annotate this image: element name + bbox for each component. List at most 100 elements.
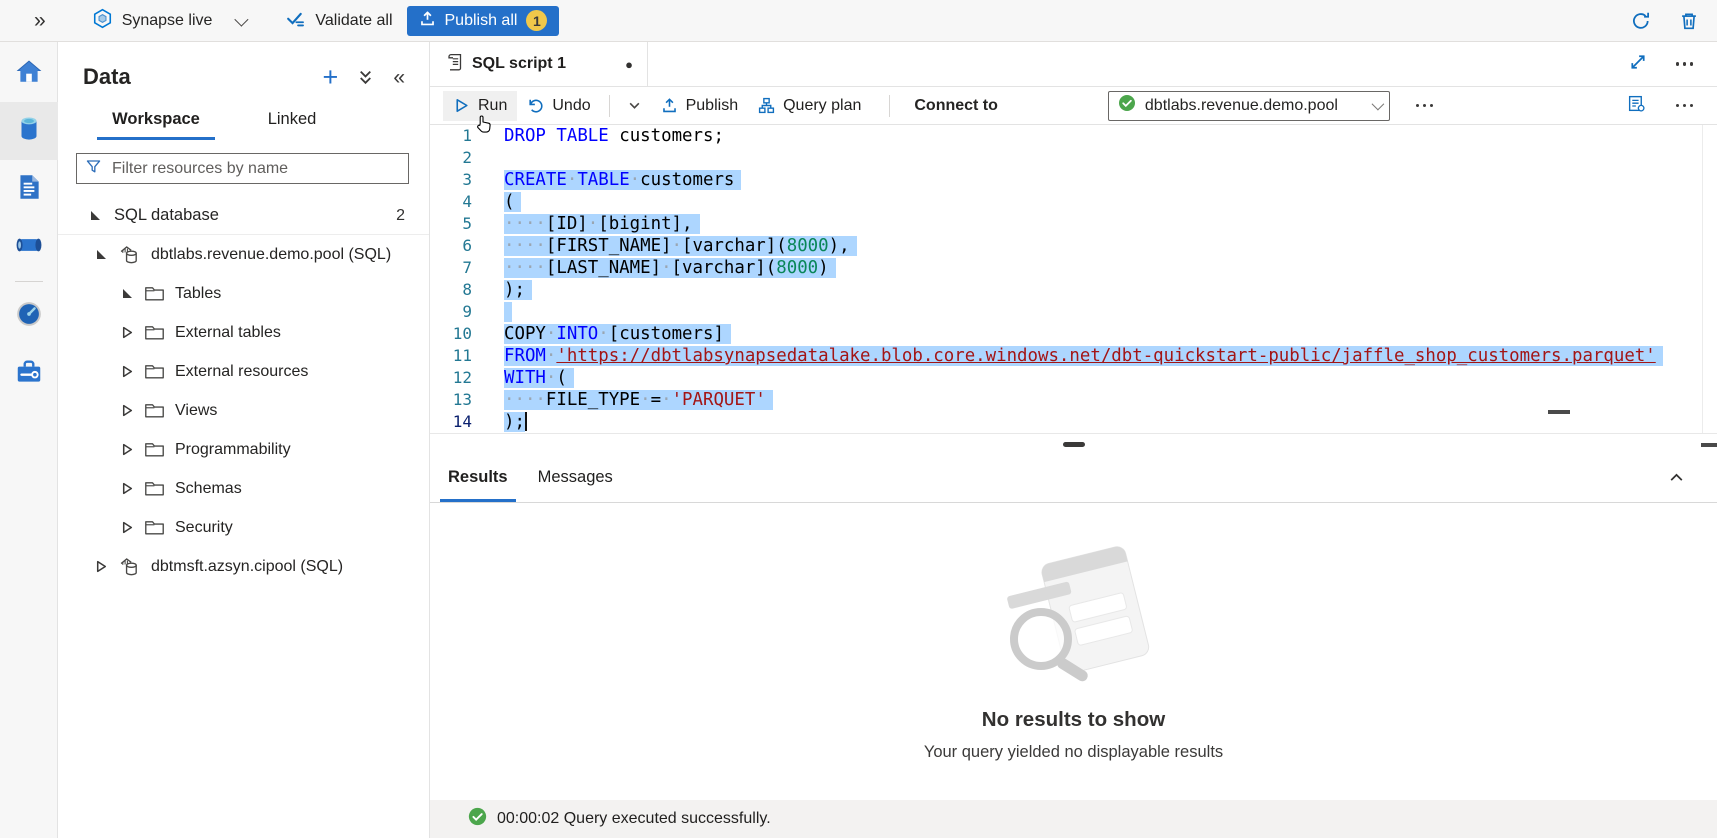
synapse-studio-window: » Synapse live Validate all Publish all … — [0, 0, 1717, 838]
tree-item-dbtmsft-azsyn-cipool-sql[interactable]: dbtmsft.azsyn.cipool (SQL) — [58, 547, 429, 586]
environment-label: Synapse live — [122, 12, 213, 30]
tab-results[interactable]: Results — [440, 468, 516, 502]
script-settings-icon[interactable] — [1627, 94, 1646, 118]
expanded-triangle-icon[interactable] — [94, 250, 108, 259]
collapsed-triangle-icon[interactable] — [120, 521, 134, 534]
collapsed-triangle-icon[interactable] — [94, 560, 108, 573]
develop-document-icon — [15, 172, 43, 207]
tab-messages[interactable]: Messages — [530, 468, 621, 502]
collapsed-triangle-icon[interactable] — [120, 482, 134, 495]
code-line-7[interactable]: 7····[LAST_NAME]·[varchar](8000) — [430, 257, 1717, 279]
code-line-13[interactable]: 13····FILE_TYPE·=·'PARQUET' — [430, 389, 1717, 411]
panel-splitter[interactable] — [430, 433, 1717, 455]
panel-title: Data — [83, 64, 131, 90]
line-number: 4 — [430, 191, 472, 213]
tree-item-views[interactable]: Views — [58, 391, 429, 430]
code-text: ····FILE_TYPE·=·'PARQUET' — [472, 389, 773, 411]
tree-item-tables[interactable]: Tables — [58, 274, 429, 313]
pool-selector-dropdown[interactable]: dbtlabs.revenue.demo.pool — [1108, 91, 1390, 121]
tab-workspace[interactable]: Workspace — [97, 104, 215, 140]
collapsed-triangle-icon[interactable] — [120, 443, 134, 456]
code-line-11[interactable]: 11FROM·'https://dbtlabsynapsedatalake.bl… — [430, 345, 1717, 367]
publish-all-button[interactable]: Publish all 1 — [407, 6, 560, 36]
code-line-14[interactable]: 14); — [430, 411, 1717, 433]
sql-pool-database-icon — [118, 243, 141, 266]
tree-root-sql-database[interactable]: SQL database 2 — [58, 197, 429, 235]
code-line-10[interactable]: 10COPY·INTO·[customers] — [430, 323, 1717, 345]
undo-button[interactable]: Undo — [517, 91, 600, 121]
sql-code-editor[interactable]: 1DROP TABLE customers;23CREATE·TABLE·cus… — [430, 125, 1717, 433]
tree-item-schemas[interactable]: Schemas — [58, 469, 429, 508]
filter-resources-input[interactable] — [110, 159, 400, 179]
chevron-up-icon[interactable] — [1668, 469, 1685, 491]
success-check-icon — [468, 807, 487, 831]
discard-trash-icon[interactable] — [1679, 11, 1699, 31]
line-number: 11 — [430, 345, 472, 367]
editor-scrollbar-mark[interactable] — [1548, 410, 1570, 414]
code-line-6[interactable]: 6····[FIRST_NAME]·[varchar](8000), — [430, 235, 1717, 257]
publish-label: Publish — [686, 97, 738, 115]
rail-divider — [15, 281, 43, 282]
expand-editor-icon[interactable] — [1630, 54, 1646, 75]
tab-linked[interactable]: Linked — [239, 104, 345, 140]
code-text: WITH·( — [472, 367, 574, 389]
filter-box — [76, 153, 409, 184]
collapse-panel-icon[interactable]: « — [393, 67, 405, 88]
run-options-chevron[interactable] — [618, 93, 651, 118]
code-line-4[interactable]: 4( — [430, 191, 1717, 213]
synapse-hexagon-icon — [92, 8, 113, 34]
collapsed-triangle-icon[interactable] — [120, 365, 134, 378]
tree-item-external-resources[interactable]: External resources — [58, 352, 429, 391]
toolbar-overflow-icon[interactable] — [1672, 100, 1698, 112]
rail-item-manage[interactable] — [0, 345, 58, 403]
tab-more-icon[interactable] — [1672, 58, 1698, 70]
code-line-8[interactable]: 8); — [430, 279, 1717, 301]
rail-item-integrate[interactable] — [0, 218, 58, 276]
code-line-1[interactable]: 1DROP TABLE customers; — [430, 125, 1717, 147]
expanded-triangle-icon[interactable] — [88, 211, 102, 220]
filter-funnel-icon — [85, 158, 102, 180]
toolbar-more-icon[interactable] — [1412, 100, 1438, 112]
splitter-drag-handle[interactable] — [1063, 442, 1085, 447]
code-text — [472, 147, 504, 169]
rail-item-data[interactable] — [0, 102, 58, 160]
rail-item-home[interactable] — [0, 44, 58, 102]
line-number: 13 — [430, 389, 472, 411]
pool-name: dbtlabs.revenue.demo.pool — [1145, 97, 1363, 115]
add-resource-button[interactable]: + — [323, 67, 339, 87]
code-text: ); — [472, 279, 532, 301]
environment-selector[interactable]: Synapse live — [92, 8, 246, 34]
code-line-2[interactable]: 2 — [430, 147, 1717, 169]
chevron-down-icon — [1371, 98, 1384, 111]
double-chevron-down-icon[interactable] — [358, 69, 373, 86]
tree-item-dbtlabs-revenue-demo-pool-sql[interactable]: dbtlabs.revenue.demo.pool (SQL) — [58, 235, 429, 274]
code-line-3[interactable]: 3CREATE·TABLE·customers — [430, 169, 1717, 191]
results-body: No results to show Your query yielded no… — [430, 503, 1717, 800]
folder-icon — [144, 324, 165, 341]
code-line-5[interactable]: 5····[ID]·[bigint], — [430, 213, 1717, 235]
publish-button[interactable]: Publish — [651, 91, 748, 121]
code-line-9[interactable]: 9 — [430, 301, 1717, 323]
run-button[interactable]: Run — [443, 91, 517, 121]
tree-item-programmability[interactable]: Programmability — [58, 430, 429, 469]
rail-item-monitor[interactable] — [0, 287, 58, 345]
expanded-triangle-icon[interactable] — [120, 289, 134, 298]
connect-to-label: Connect to — [914, 97, 998, 115]
resource-tree: SQL database 2 dbtlabs.revenue.demo.pool… — [58, 197, 429, 586]
expand-menu-icon[interactable]: » — [34, 10, 46, 31]
rail-item-develop[interactable] — [0, 160, 58, 218]
tree-item-security[interactable]: Security — [58, 508, 429, 547]
code-text: ····[FIRST_NAME]·[varchar](8000), — [472, 235, 857, 257]
tab-sql-script-1[interactable]: SQL script 1 ● — [430, 42, 648, 86]
publish-all-label: Publish all — [445, 12, 518, 30]
query-plan-button[interactable]: Query plan — [748, 91, 871, 121]
refresh-icon[interactable] — [1631, 11, 1651, 31]
validate-all-button[interactable]: Validate all — [285, 8, 392, 34]
tree-item-label: Views — [175, 402, 217, 420]
tree-root-label: SQL database — [114, 206, 219, 225]
tree-item-external-tables[interactable]: External tables — [58, 313, 429, 352]
code-line-12[interactable]: 12WITH·( — [430, 367, 1717, 389]
publish-upload-icon — [419, 10, 436, 32]
collapsed-triangle-icon[interactable] — [120, 326, 134, 339]
collapsed-triangle-icon[interactable] — [120, 404, 134, 417]
